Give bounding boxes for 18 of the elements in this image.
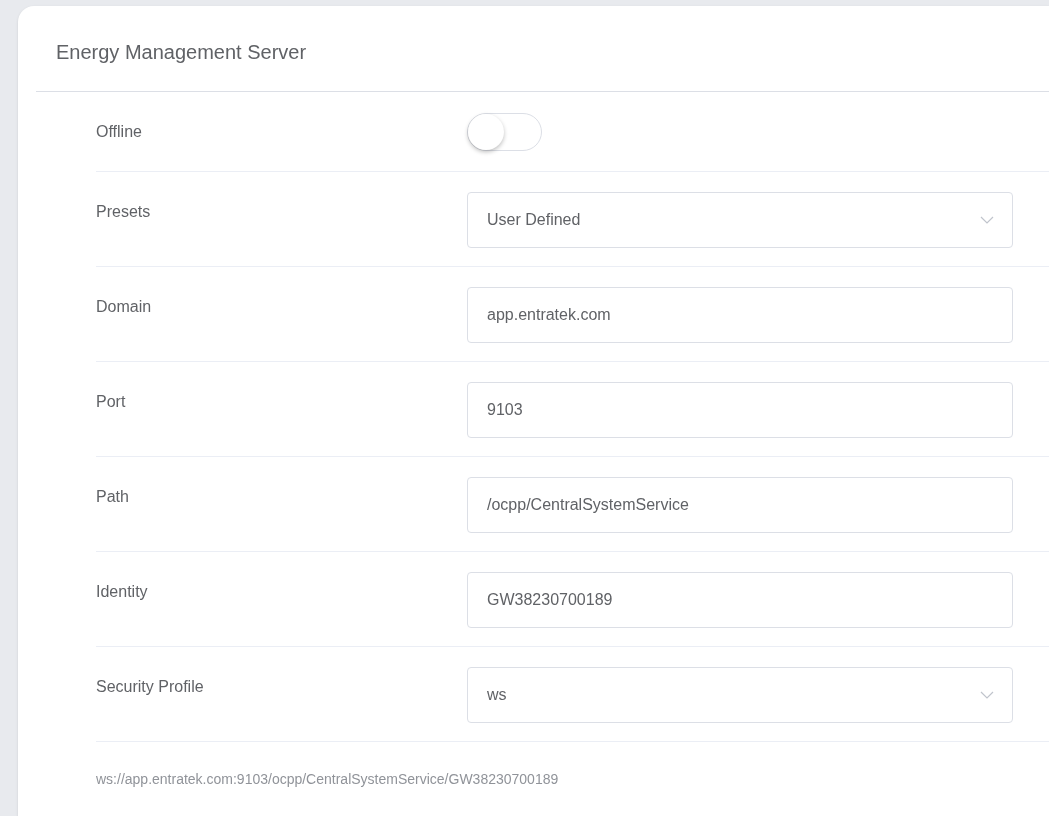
field-label: Presets [96,202,152,222]
toggle-switch[interactable] [467,112,542,151]
chevron-down-icon [980,216,994,224]
field-label: Offline [96,121,143,142]
input-field[interactable]: /ocpp/CentralSystemService [467,477,1013,533]
field-label: Port [96,392,127,412]
dropdown-field[interactable]: User Defined [467,192,1013,248]
field-label: Domain [96,297,153,317]
card-title: Energy Management Server [56,40,307,65]
field-label: Security Profile [96,677,205,697]
input-field[interactable]: app.entratek.com [467,287,1013,343]
field-label: Path [96,487,130,507]
chevron-down-icon [980,691,994,699]
field-label: Identity [96,582,149,602]
input-field[interactable]: 9103 [467,382,1013,438]
dropdown-field[interactable]: ws [467,667,1013,723]
connection-url: ws://app.entratek.com:9103/ocpp/CentralSystemService/GW38230700189 [96,770,559,789]
input-field[interactable]: GW38230700189 [467,572,1013,628]
